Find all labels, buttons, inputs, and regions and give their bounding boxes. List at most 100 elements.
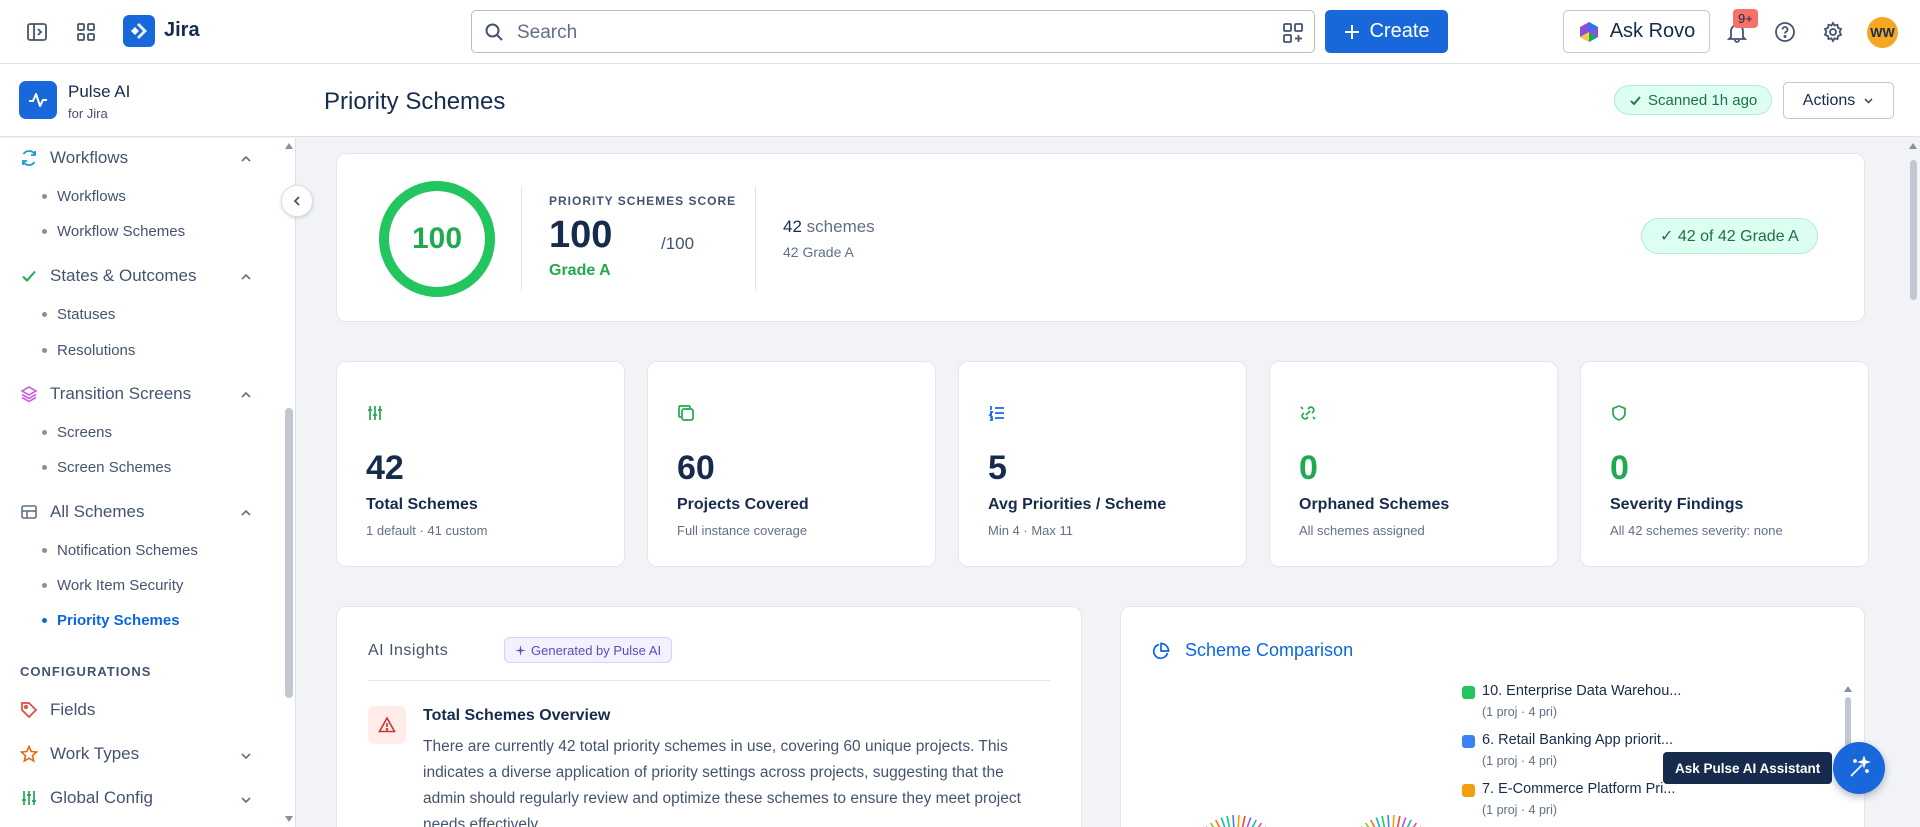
- schemes-grade-summary: 42 Grade A: [783, 244, 854, 260]
- generated-by-label: Generated by Pulse AI: [531, 642, 662, 658]
- scroll-down-arrow-icon[interactable]: [284, 815, 294, 823]
- scroll-up-arrow-icon[interactable]: [284, 142, 294, 150]
- sidebar-item-workflows[interactable]: Workflows: [42, 188, 126, 205]
- sidebar-item-notification-schemes[interactable]: Notification Schemes: [42, 542, 198, 559]
- bullet-icon: [42, 548, 47, 553]
- bullet-icon: [42, 583, 47, 588]
- sidebar-section-states-outcomes[interactable]: States & Outcomes: [20, 266, 196, 286]
- help-icon[interactable]: [1771, 18, 1799, 46]
- score-label: PRIORITY SCHEMES SCORE: [549, 194, 737, 208]
- insight-body: There are currently 42 total priority sc…: [423, 738, 1021, 827]
- sidebar-item-priority-schemes[interactable]: Priority Schemes: [42, 612, 180, 629]
- create-button[interactable]: Create: [1325, 10, 1448, 53]
- chevron-down-icon[interactable]: [240, 794, 252, 806]
- main-scrollbar[interactable]: [1910, 160, 1917, 300]
- sidebar-item-label: Screen Schemes: [57, 459, 172, 476]
- bullet-icon: [42, 348, 47, 353]
- bullet-icon: [42, 194, 47, 199]
- user-avatar[interactable]: WW: [1867, 17, 1898, 48]
- sidebar-section-all-schemes[interactable]: All Schemes: [20, 502, 144, 522]
- section-label: Transition Screens: [50, 384, 192, 403]
- actions-dropdown-button[interactable]: Actions: [1783, 82, 1894, 119]
- sidebar-item-fields[interactable]: Fields: [20, 700, 95, 720]
- copy-icon: [678, 405, 694, 421]
- rovo-logo-icon: [1579, 21, 1598, 42]
- sidebar-item-screen-schemes[interactable]: Screen Schemes: [42, 459, 171, 476]
- legend-sub: (1 proj · 4 pri): [1482, 754, 1558, 768]
- bullet-icon: [42, 618, 47, 623]
- sidebar-group-label: CONFIGURATIONS: [20, 664, 152, 679]
- layers-icon: [20, 386, 38, 403]
- radar-spoke: [1392, 815, 1395, 827]
- chevron-up-icon[interactable]: [240, 271, 252, 283]
- sidebar-item-global-config[interactable]: Global Config: [20, 788, 153, 808]
- sidebar-item-statuses[interactable]: Statuses: [42, 306, 115, 323]
- sliders-icon: [22, 791, 36, 805]
- list-ordered-icon: [988, 406, 1004, 421]
- chevron-up-icon[interactable]: [240, 507, 252, 519]
- ask-assistant-button[interactable]: [1833, 742, 1885, 794]
- radar-chart-a: [1205, 815, 1267, 827]
- generated-by-badge: Generated by Pulse AI: [504, 637, 673, 663]
- magic-wand-icon: [1850, 756, 1871, 777]
- schemes-count-word: schemes: [806, 217, 875, 236]
- table-icon: [21, 505, 37, 519]
- search-filter-icon[interactable]: [1282, 22, 1304, 44]
- chevron-up-icon[interactable]: [240, 389, 252, 401]
- legend-name: 10. Enterprise Data Warehou...: [1482, 683, 1682, 699]
- radar-charts-preview: [1205, 815, 1422, 827]
- stat-card-severity-findings: 0 Severity Findings All 42 schemes sever…: [1580, 361, 1869, 567]
- search-input[interactable]: Search: [471, 10, 1315, 53]
- settings-gear-icon[interactable]: [1819, 18, 1847, 46]
- sidebar-item-work-types[interactable]: Work Types: [20, 744, 139, 764]
- sidebar-item-resolutions[interactable]: Resolutions: [42, 342, 135, 359]
- app-subtitle: for Jira: [68, 106, 108, 121]
- section-label: All Schemes: [50, 502, 145, 521]
- sidebar-section-transition-screens[interactable]: Transition Screens: [20, 384, 191, 404]
- app-name[interactable]: Jira: [164, 19, 200, 42]
- score-value: 100: [549, 214, 613, 256]
- score-card: 100 PRIORITY SCHEMES SCORE 100 /100 Grad…: [336, 153, 1865, 322]
- bullet-icon: [42, 312, 47, 317]
- stat-label: Severity Findings: [1610, 496, 1744, 513]
- sidebar-item-work-item-security[interactable]: Work Item Security: [42, 577, 183, 594]
- sidebar-item-label: Work Item Security: [57, 577, 184, 594]
- stat-card-avg-priorities: 5 Avg Priorities / Scheme Min 4 · Max 11: [958, 361, 1247, 567]
- stat-sub: 1 default · 41 custom: [366, 523, 488, 538]
- sidebar-item-screens[interactable]: Screens: [42, 424, 112, 441]
- sidebar-scrollbar[interactable]: [285, 408, 293, 698]
- jira-logo-icon[interactable]: [123, 15, 155, 47]
- bullet-icon: [42, 430, 47, 435]
- pie-chart-icon: [1152, 642, 1170, 660]
- collapse-sidebar-button[interactable]: [281, 185, 313, 217]
- sidebar-section-workflows[interactable]: Workflows: [20, 148, 128, 168]
- pulse-ai-logo-icon[interactable]: [19, 81, 57, 119]
- sidebar-item-label: Notification Schemes: [57, 542, 198, 559]
- app-switcher-icon[interactable]: [72, 18, 100, 46]
- stat-card-total-schemes: 42 Total Schemes 1 default · 41 custom: [336, 361, 625, 567]
- chevron-up-icon[interactable]: [240, 153, 252, 165]
- sidebar-item-label: Screens: [57, 424, 113, 441]
- notification-badge: 9+: [1733, 9, 1758, 28]
- radar-chart-b: [1360, 815, 1422, 827]
- schemes-count-number: 42: [783, 217, 802, 236]
- ask-rovo-button[interactable]: Ask Rovo: [1563, 10, 1710, 53]
- stat-value: 60: [677, 449, 715, 487]
- main-content: 100 PRIORITY SCHEMES SCORE 100 /100 Grad…: [297, 138, 1905, 827]
- main-scroll-up-icon[interactable]: [1908, 142, 1918, 150]
- top-navigation-bar: Jira Search Create Ask Rovo 9+ WW: [0, 0, 1920, 64]
- radar-spoke: [1406, 819, 1412, 827]
- tag-icon: [21, 702, 38, 719]
- ai-insights-title: AI Insights: [368, 642, 449, 659]
- divider: [521, 187, 522, 291]
- sparkle-icon: [515, 644, 526, 656]
- schemes-count: 42 schemes: [783, 217, 875, 237]
- bullet-icon: [42, 229, 47, 234]
- radar-spoke: [1241, 815, 1246, 827]
- sidebar-item-workflow-schemes[interactable]: Workflow Schemes: [42, 223, 185, 240]
- check-icon: [1630, 95, 1641, 105]
- chevron-down-icon[interactable]: [240, 750, 252, 762]
- sidebar-toggle-icon[interactable]: [23, 18, 51, 46]
- stat-label: Avg Priorities / Scheme: [988, 496, 1167, 513]
- legend-scroll-up-icon[interactable]: [1843, 685, 1853, 693]
